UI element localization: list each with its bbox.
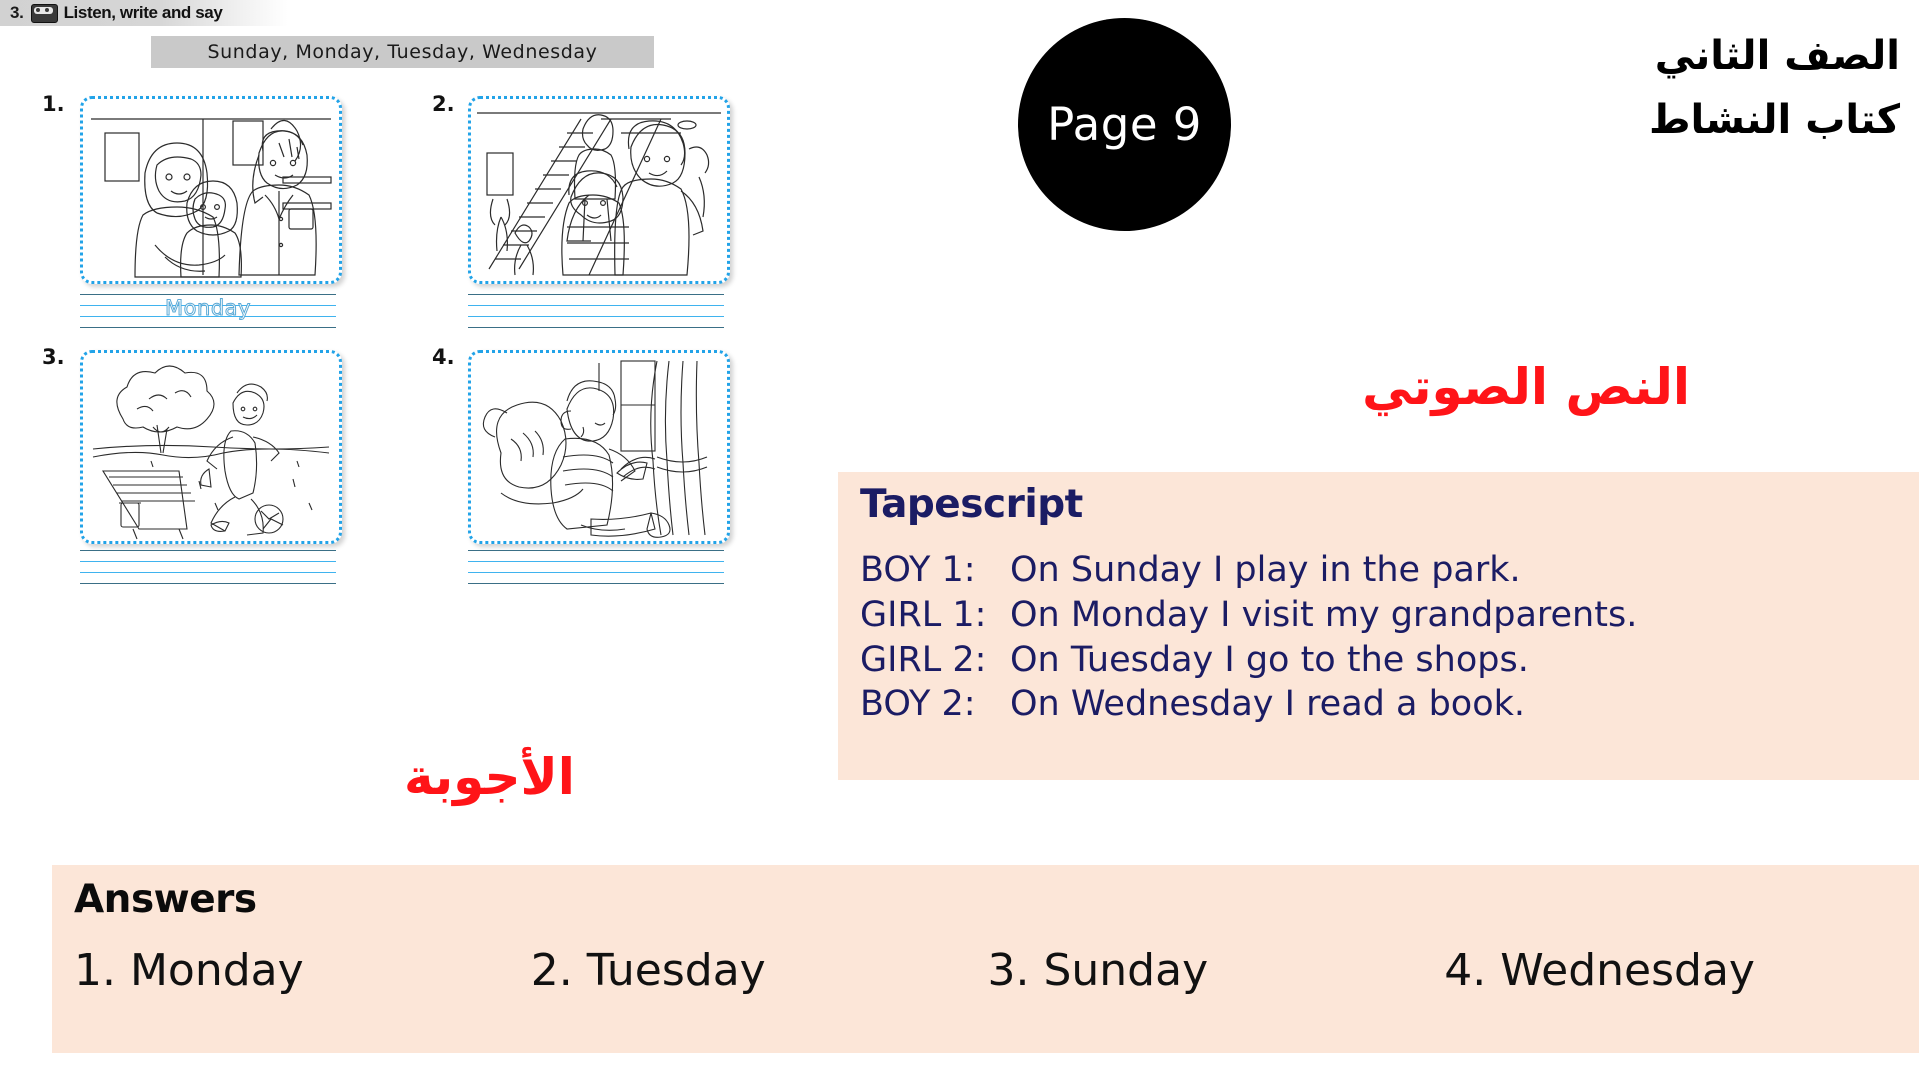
tapescript-text: On Wednesday I read a book.	[1010, 684, 1526, 725]
tapescript-box: Tapescript BOY 1: On Sunday I play in th…	[838, 472, 1919, 780]
book-label: كتاب النشاط	[1648, 97, 1900, 143]
rule-line	[468, 327, 724, 328]
rule-line	[468, 583, 724, 584]
tapescript-text: On Monday I visit my grandparents.	[1010, 594, 1638, 635]
rule-line	[468, 561, 724, 562]
rule-line	[80, 327, 336, 328]
answer-item: 2. Tuesday	[530, 945, 766, 996]
picture-panels: 1. Monday 2. 3. 4.	[0, 0, 730, 620]
rule-line	[468, 305, 724, 306]
tapescript-title: Tapescript	[860, 482, 1083, 527]
panel-4-image	[468, 350, 730, 544]
page-badge: Page 9	[1018, 18, 1231, 231]
panel-2-image	[468, 96, 730, 284]
tapescript-speaker: GIRL 2:	[860, 639, 987, 680]
panel-1-writing-lines[interactable]: Monday	[80, 294, 336, 328]
rule-line	[468, 550, 724, 551]
rule-line	[468, 294, 724, 295]
tapescript-arabic-label: النص الصوتي	[1362, 358, 1690, 416]
answers-box: Answers 1. Monday 2. Tuesday 3. Sunday 4…	[52, 865, 1919, 1053]
tapescript-speaker: BOY 2:	[860, 684, 976, 725]
answer-item: 3. Sunday	[987, 945, 1209, 996]
rule-line	[468, 316, 724, 317]
answer-item: 4. Wednesday	[1444, 945, 1755, 996]
panel-4-writing-lines[interactable]	[468, 550, 724, 584]
rule-line	[80, 572, 336, 573]
answers-title: Answers	[74, 877, 257, 922]
answers-arabic-label: الأجوبة	[404, 748, 575, 806]
tapescript-row: GIRL 2: On Tuesday I go to the shops.	[860, 638, 1909, 683]
answer-item: 1. Monday	[74, 945, 304, 996]
tapescript-row: BOY 2: On Wednesday I read a book.	[860, 682, 1909, 727]
rule-line	[80, 561, 336, 562]
tapescript-row: GIRL 1: On Monday I visit my grandparent…	[860, 593, 1909, 638]
rule-line	[80, 550, 336, 551]
panel-1-number: 1.	[42, 92, 65, 116]
rule-line	[468, 572, 724, 573]
tapescript-row: BOY 1: On Sunday I play in the park.	[860, 548, 1909, 593]
panel-3-writing-lines[interactable]	[80, 550, 336, 584]
tapescript-speaker: BOY 1:	[860, 550, 976, 590]
answers-list: 1. Monday 2. Tuesday 3. Sunday 4. Wednes…	[74, 945, 1901, 996]
tapescript-text: On Tuesday I go to the shops.	[1010, 639, 1529, 680]
panel-1-image	[80, 96, 342, 284]
panel-2-writing-lines[interactable]	[468, 294, 724, 328]
page-badge-label: Page 9	[1047, 98, 1202, 151]
panel-4-number: 4.	[432, 345, 455, 369]
arabic-header: الصف الثاني كتاب النشاط	[1570, 24, 1900, 152]
rule-line	[80, 294, 336, 295]
tapescript-speaker: GIRL 1:	[860, 594, 987, 635]
panel-1-written-answer: Monday	[165, 296, 251, 321]
tapescript-lines: BOY 1: On Sunday I play in the park. GIR…	[860, 548, 1909, 727]
panel-3-image	[80, 350, 342, 544]
tapescript-text: On Sunday I play in the park.	[1010, 550, 1521, 590]
grade-label: الصف الثاني	[1654, 33, 1900, 79]
panel-2-number: 2.	[432, 92, 455, 116]
rule-line	[80, 583, 336, 584]
panel-3-number: 3.	[42, 345, 65, 369]
